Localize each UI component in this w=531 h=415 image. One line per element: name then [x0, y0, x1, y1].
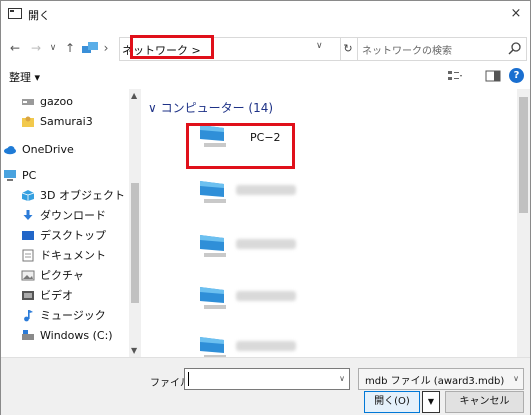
computer-item[interactable] — [184, 231, 296, 283]
sidebar-item-3d-objects[interactable]: 3D オブジェクト — [21, 185, 125, 205]
back-button[interactable]: ← — [7, 39, 23, 57]
sidebar-item-gazoo[interactable]: gazoo — [21, 91, 73, 111]
scroll-up-icon[interactable]: ▲ — [131, 91, 137, 100]
computer-icon — [200, 337, 226, 359]
breadcrumb-separator: › — [103, 41, 109, 55]
sidebar-item-downloads[interactable]: ダウンロード — [21, 205, 106, 225]
computer-item[interactable] — [184, 177, 296, 229]
file-type-select[interactable]: mdb ファイル (award3.mdb) ∨ — [358, 368, 524, 390]
file-type-value: mdb ファイル (award3.mdb) — [365, 376, 505, 387]
dialog-footer: ファイル名(N): ∨ mdb ファイル (award3.mdb) ∨ 開く(O… — [1, 357, 530, 415]
organize-button[interactable]: 整理 ▾ — [9, 69, 40, 85]
sidebar-item-label: ビデオ — [40, 289, 73, 302]
videos-icon — [22, 290, 34, 300]
content-scrollbar[interactable] — [517, 89, 530, 357]
scroll-down-icon[interactable]: ▼ — [131, 346, 137, 355]
up-button[interactable]: ↑ — [63, 39, 77, 57]
blurred-computer-name — [236, 291, 296, 301]
onedrive-icon — [4, 145, 16, 154]
computer-item[interactable] — [184, 283, 296, 335]
dialog-icon — [8, 8, 22, 19]
sidebar-item-onedrive[interactable]: OneDrive — [3, 139, 74, 159]
open-options-button[interactable]: ▼ — [422, 391, 440, 413]
text-caret — [188, 372, 189, 386]
recent-locations-button[interactable]: ∨ — [47, 39, 59, 57]
computer-icon — [200, 181, 226, 203]
title-bar: 開く × — [1, 1, 530, 27]
group-header-computers[interactable]: ∨ コンピューター (14) — [148, 99, 273, 116]
computer-item[interactable] — [184, 333, 296, 359]
sidebar-item-documents[interactable]: ドキュメント — [21, 245, 106, 265]
filename-input[interactable]: ∨ — [184, 368, 350, 390]
command-bar: 整理 ▾ ? — [1, 65, 530, 89]
open-file-dialog: 開く × ← → ∨ ↑ › ネットワーク > ∨ ↻ ネットワークの検索 整理… — [0, 0, 531, 415]
sidebar-item-desktop[interactable]: デスクトップ — [21, 225, 106, 245]
navigation-bar: ← → ∨ ↑ › ネットワーク > ∨ ↻ ネットワークの検索 — [1, 35, 530, 61]
drive-icon — [22, 98, 34, 105]
close-button[interactable]: × — [506, 4, 526, 24]
highlight-address-annotation — [130, 35, 214, 59]
window-title: 開く — [28, 9, 50, 22]
drive-c-icon — [22, 329, 34, 340]
blurred-computer-name — [236, 239, 296, 249]
open-button[interactable]: 開く(O) — [364, 391, 420, 413]
computer-icon — [200, 287, 226, 309]
music-icon — [24, 309, 33, 321]
user-folder-icon — [22, 116, 34, 127]
sidebar-item-label: ダウンロード — [40, 209, 106, 222]
sidebar-item-label: PC — [22, 168, 37, 182]
help-icon[interactable]: ? — [509, 68, 524, 83]
sidebar-item-label: ドキュメント — [40, 249, 106, 262]
sidebar-item-music[interactable]: ミュージック — [21, 305, 106, 325]
sidebar-item-pc[interactable]: PC — [3, 165, 36, 185]
sidebar-item-label: Windows (C:) — [40, 328, 113, 342]
search-icon — [508, 42, 521, 55]
scrollbar-thumb[interactable] — [131, 183, 139, 303]
blurred-computer-name — [236, 185, 296, 195]
downloads-icon — [23, 209, 33, 220]
search-input[interactable]: ネットワークの検索 — [362, 42, 452, 57]
sidebar-item-label: OneDrive — [22, 142, 74, 156]
desktop-icon — [22, 230, 34, 240]
sidebar-item-windows-c[interactable]: Windows (C:) — [21, 325, 113, 345]
navigation-pane: gazoo Samurai3 OneDrive PC 3D オブジェクト ダウン… — [1, 89, 141, 359]
address-dropdown-icon[interactable]: ∨ — [316, 41, 323, 51]
network-icon — [82, 42, 98, 53]
cancel-button[interactable]: キャンセル — [445, 391, 524, 413]
scrollbar-thumb[interactable] — [519, 97, 528, 213]
3d-objects-icon — [21, 189, 35, 201]
file-type-dropdown-icon[interactable]: ∨ — [513, 374, 519, 383]
navigation-scrollbar[interactable]: ▲ ▼ — [129, 89, 141, 357]
search-box[interactable]: ネットワークの検索 — [357, 37, 527, 61]
preview-pane-icon[interactable] — [485, 69, 501, 83]
sidebar-item-label: デスクトップ — [40, 229, 106, 242]
pc-icon — [4, 169, 16, 181]
sidebar-item-pictures[interactable]: ピクチャ — [21, 265, 84, 285]
sidebar-item-label: ミュージック — [40, 309, 106, 322]
pictures-icon — [21, 270, 35, 280]
computer-icon — [200, 235, 226, 257]
view-options-icon[interactable] — [447, 69, 463, 83]
sidebar-item-label: ピクチャ — [40, 269, 84, 282]
refresh-button[interactable]: ↻ — [339, 37, 358, 61]
sidebar-item-label: gazoo — [40, 94, 73, 108]
highlight-pc2-annotation — [186, 123, 295, 169]
sidebar-item-videos[interactable]: ビデオ — [21, 285, 73, 305]
sidebar-item-samurai3[interactable]: Samurai3 — [21, 111, 93, 131]
filename-dropdown-icon[interactable]: ∨ — [339, 374, 345, 383]
blurred-computer-name — [236, 341, 296, 351]
sidebar-item-label: Samurai3 — [40, 114, 93, 128]
documents-icon — [22, 249, 34, 261]
sidebar-item-label: 3D オブジェクト — [40, 189, 125, 202]
forward-button[interactable]: → — [29, 39, 43, 57]
